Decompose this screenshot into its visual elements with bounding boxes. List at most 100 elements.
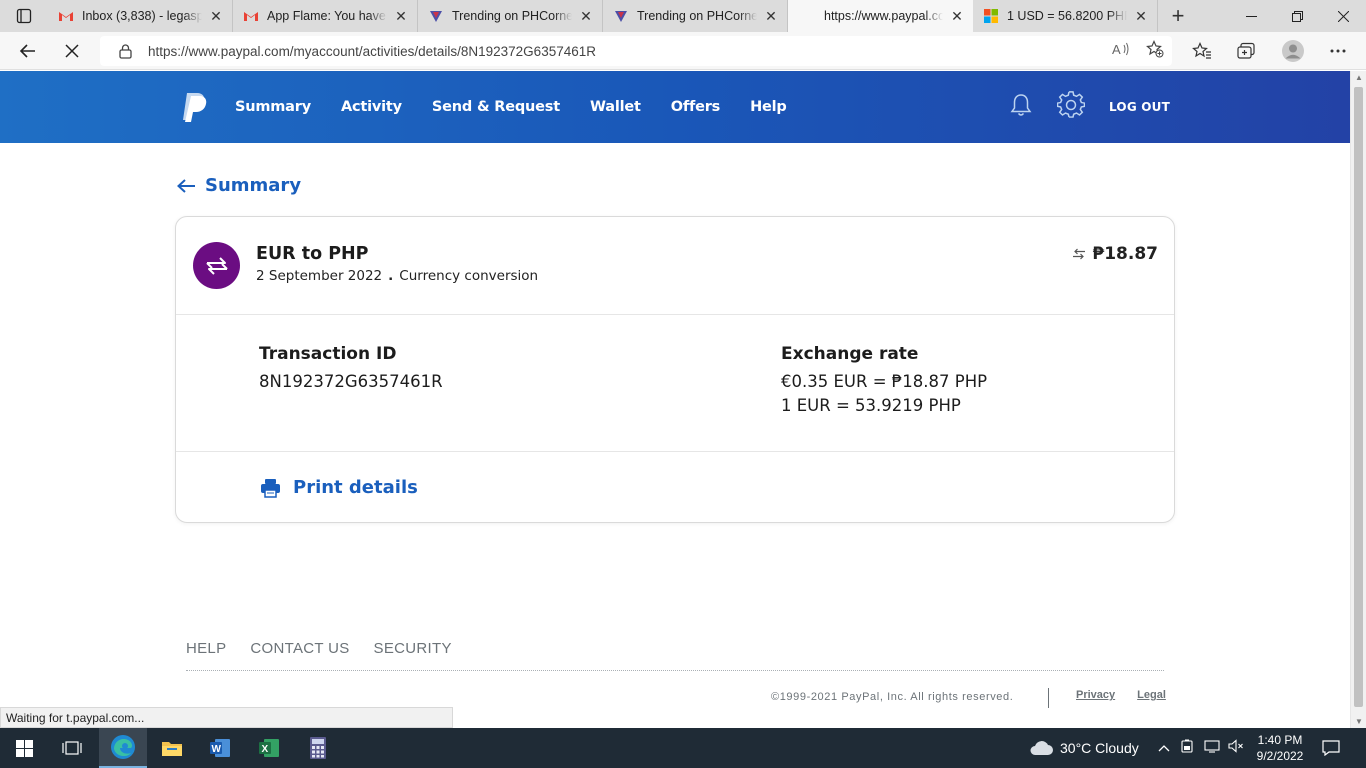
battery-icon[interactable] [1180, 739, 1194, 758]
nav-wallet[interactable]: Wallet [590, 99, 641, 115]
taskbar-excel[interactable]: X [245, 728, 293, 768]
close-tab-icon[interactable]: ✕ [763, 8, 779, 24]
phcorner-icon [428, 8, 444, 24]
close-tab-icon[interactable]: ✕ [578, 8, 594, 24]
browser-tab-phcorner-1[interactable]: Trending on PHCorner ✕ [418, 0, 603, 32]
scroll-up-icon[interactable]: ▲ [1355, 73, 1363, 82]
edge-icon [111, 735, 135, 759]
settings-more-button[interactable] [1330, 37, 1346, 65]
exchange-rate-line-2: 1 EUR = 53.9219 PHP [781, 396, 961, 415]
close-icon [65, 44, 79, 58]
gmail-icon [58, 8, 74, 24]
logout-button[interactable]: LOG OUT [1109, 100, 1170, 114]
taskbar-word[interactable]: W [196, 728, 244, 768]
notification-icon [1322, 740, 1340, 756]
word-icon: W [210, 739, 230, 757]
footer-contact-link[interactable]: CONTACT US [250, 640, 349, 657]
microsoft-icon [983, 8, 999, 24]
nav-send-request[interactable]: Send & Request [432, 99, 560, 115]
close-tab-icon[interactable]: ✕ [949, 8, 965, 24]
close-tab-icon[interactable]: ✕ [208, 8, 224, 24]
profile-button[interactable] [1281, 37, 1305, 65]
clock-time: 1:40 PM [1257, 733, 1303, 747]
collections-icon [1237, 42, 1255, 59]
scrollbar-thumb[interactable] [1354, 87, 1363, 707]
transaction-details-card: EUR to PHP 2 September 2022. Currency con… [175, 216, 1175, 523]
browser-tab-currency[interactable]: 1 USD = 56.8200 PHP ✕ [973, 0, 1158, 32]
currency-conversion-icon [193, 242, 240, 289]
browser-tab-gmail-inbox[interactable]: Inbox (3,838) - legaspi ✕ [48, 0, 233, 32]
nav-activity[interactable]: Activity [341, 99, 402, 115]
tab-title: 1 USD = 56.8200 PHP [1007, 9, 1127, 23]
nav-offers[interactable]: Offers [671, 99, 721, 115]
tab-actions-button[interactable] [0, 0, 48, 32]
footer-divider [186, 670, 1164, 671]
back-button[interactable] [14, 37, 42, 65]
address-bar[interactable]: https://www.paypal.com/myaccount/activit… [100, 36, 1172, 66]
browser-tab-phcorner-2[interactable]: Trending on PHCorner ✕ [603, 0, 788, 32]
paypal-header: Summary Activity Send & Request Wallet O… [0, 71, 1350, 143]
footer-security-link[interactable]: SECURITY [374, 640, 452, 657]
close-tab-icon[interactable]: ✕ [393, 8, 409, 24]
new-tab-button[interactable]: + [1158, 0, 1198, 32]
print-details-link[interactable]: Print details [260, 477, 418, 498]
print-details-label: Print details [293, 477, 418, 498]
transaction-type: Currency conversion [399, 268, 539, 284]
browser-tab-strip: Inbox (3,838) - legaspi ✕ App Flame: You… [0, 0, 1366, 32]
footer-help-link[interactable]: HELP [186, 640, 226, 657]
add-favorite-icon[interactable] [1146, 39, 1164, 63]
close-icon [1337, 10, 1349, 22]
nav-summary[interactable]: Summary [235, 99, 311, 115]
start-button[interactable] [0, 728, 48, 768]
excel-icon: X [259, 739, 279, 757]
legal-link[interactable]: Legal [1137, 689, 1166, 701]
tray-icons [1158, 728, 1244, 768]
taskbar-clock[interactable]: 1:40 PM 9/2/2022 [1252, 732, 1308, 764]
page-scrollbar[interactable]: ▲ ▼ [1350, 71, 1366, 728]
taskbar-calculator[interactable] [294, 728, 342, 768]
weather-widget[interactable]: 30°C Cloudy [1028, 728, 1139, 768]
minimize-button[interactable] [1228, 0, 1274, 32]
network-icon[interactable] [1204, 739, 1220, 758]
taskbar-edge[interactable] [99, 728, 147, 768]
chevron-up-icon[interactable] [1158, 739, 1170, 757]
favorites-button[interactable] [1192, 37, 1212, 65]
lock-icon[interactable] [110, 43, 140, 59]
gear-icon[interactable] [1056, 90, 1086, 124]
tab-actions-icon [16, 8, 32, 24]
nav-help[interactable]: Help [750, 99, 787, 115]
legal-links: Privacy Legal [1076, 689, 1166, 701]
browser-tab-gmail-appflame[interactable]: App Flame: You have a ✕ [233, 0, 418, 32]
collections-button[interactable] [1236, 37, 1256, 65]
transaction-amount: ₱18.87 [1072, 244, 1158, 264]
task-view-button[interactable] [48, 728, 96, 768]
bell-icon[interactable] [1009, 92, 1033, 123]
avatar [1282, 40, 1304, 62]
browser-toolbar: https://www.paypal.com/myaccount/activit… [0, 32, 1366, 70]
url-text[interactable]: https://www.paypal.com/myaccount/activit… [148, 44, 596, 59]
close-tab-icon[interactable]: ✕ [1133, 8, 1149, 24]
volume-muted-icon[interactable] [1228, 738, 1244, 758]
read-aloud-icon[interactable]: A [1112, 41, 1130, 62]
amount-value: ₱18.87 [1092, 244, 1158, 264]
notifications-button[interactable] [1322, 728, 1340, 768]
scroll-down-icon[interactable]: ▼ [1355, 717, 1363, 726]
transaction-date: 2 September 2022 [256, 268, 383, 284]
gmail-icon [243, 8, 259, 24]
privacy-link[interactable]: Privacy [1076, 689, 1115, 701]
back-link-label: Summary [205, 175, 302, 196]
back-to-summary-link[interactable]: Summary [176, 175, 301, 196]
taskbar-file-explorer[interactable] [148, 728, 196, 768]
browser-tab-paypal[interactable]: https://www.paypal.com ✕ [788, 0, 973, 32]
window-controls [1228, 0, 1366, 32]
arrow-left-icon [19, 44, 35, 58]
close-window-button[interactable] [1320, 0, 1366, 32]
exchange-rate-label: Exchange rate [781, 344, 919, 364]
calculator-icon [310, 737, 326, 759]
stop-loading-button[interactable] [58, 37, 86, 65]
restore-button[interactable] [1274, 0, 1320, 32]
transaction-id-value: 8N192372G6357461R [259, 372, 443, 391]
transaction-title: EUR to PHP [256, 244, 369, 264]
swap-arrows-icon [1073, 248, 1086, 260]
paypal-logo-icon[interactable] [180, 91, 208, 123]
